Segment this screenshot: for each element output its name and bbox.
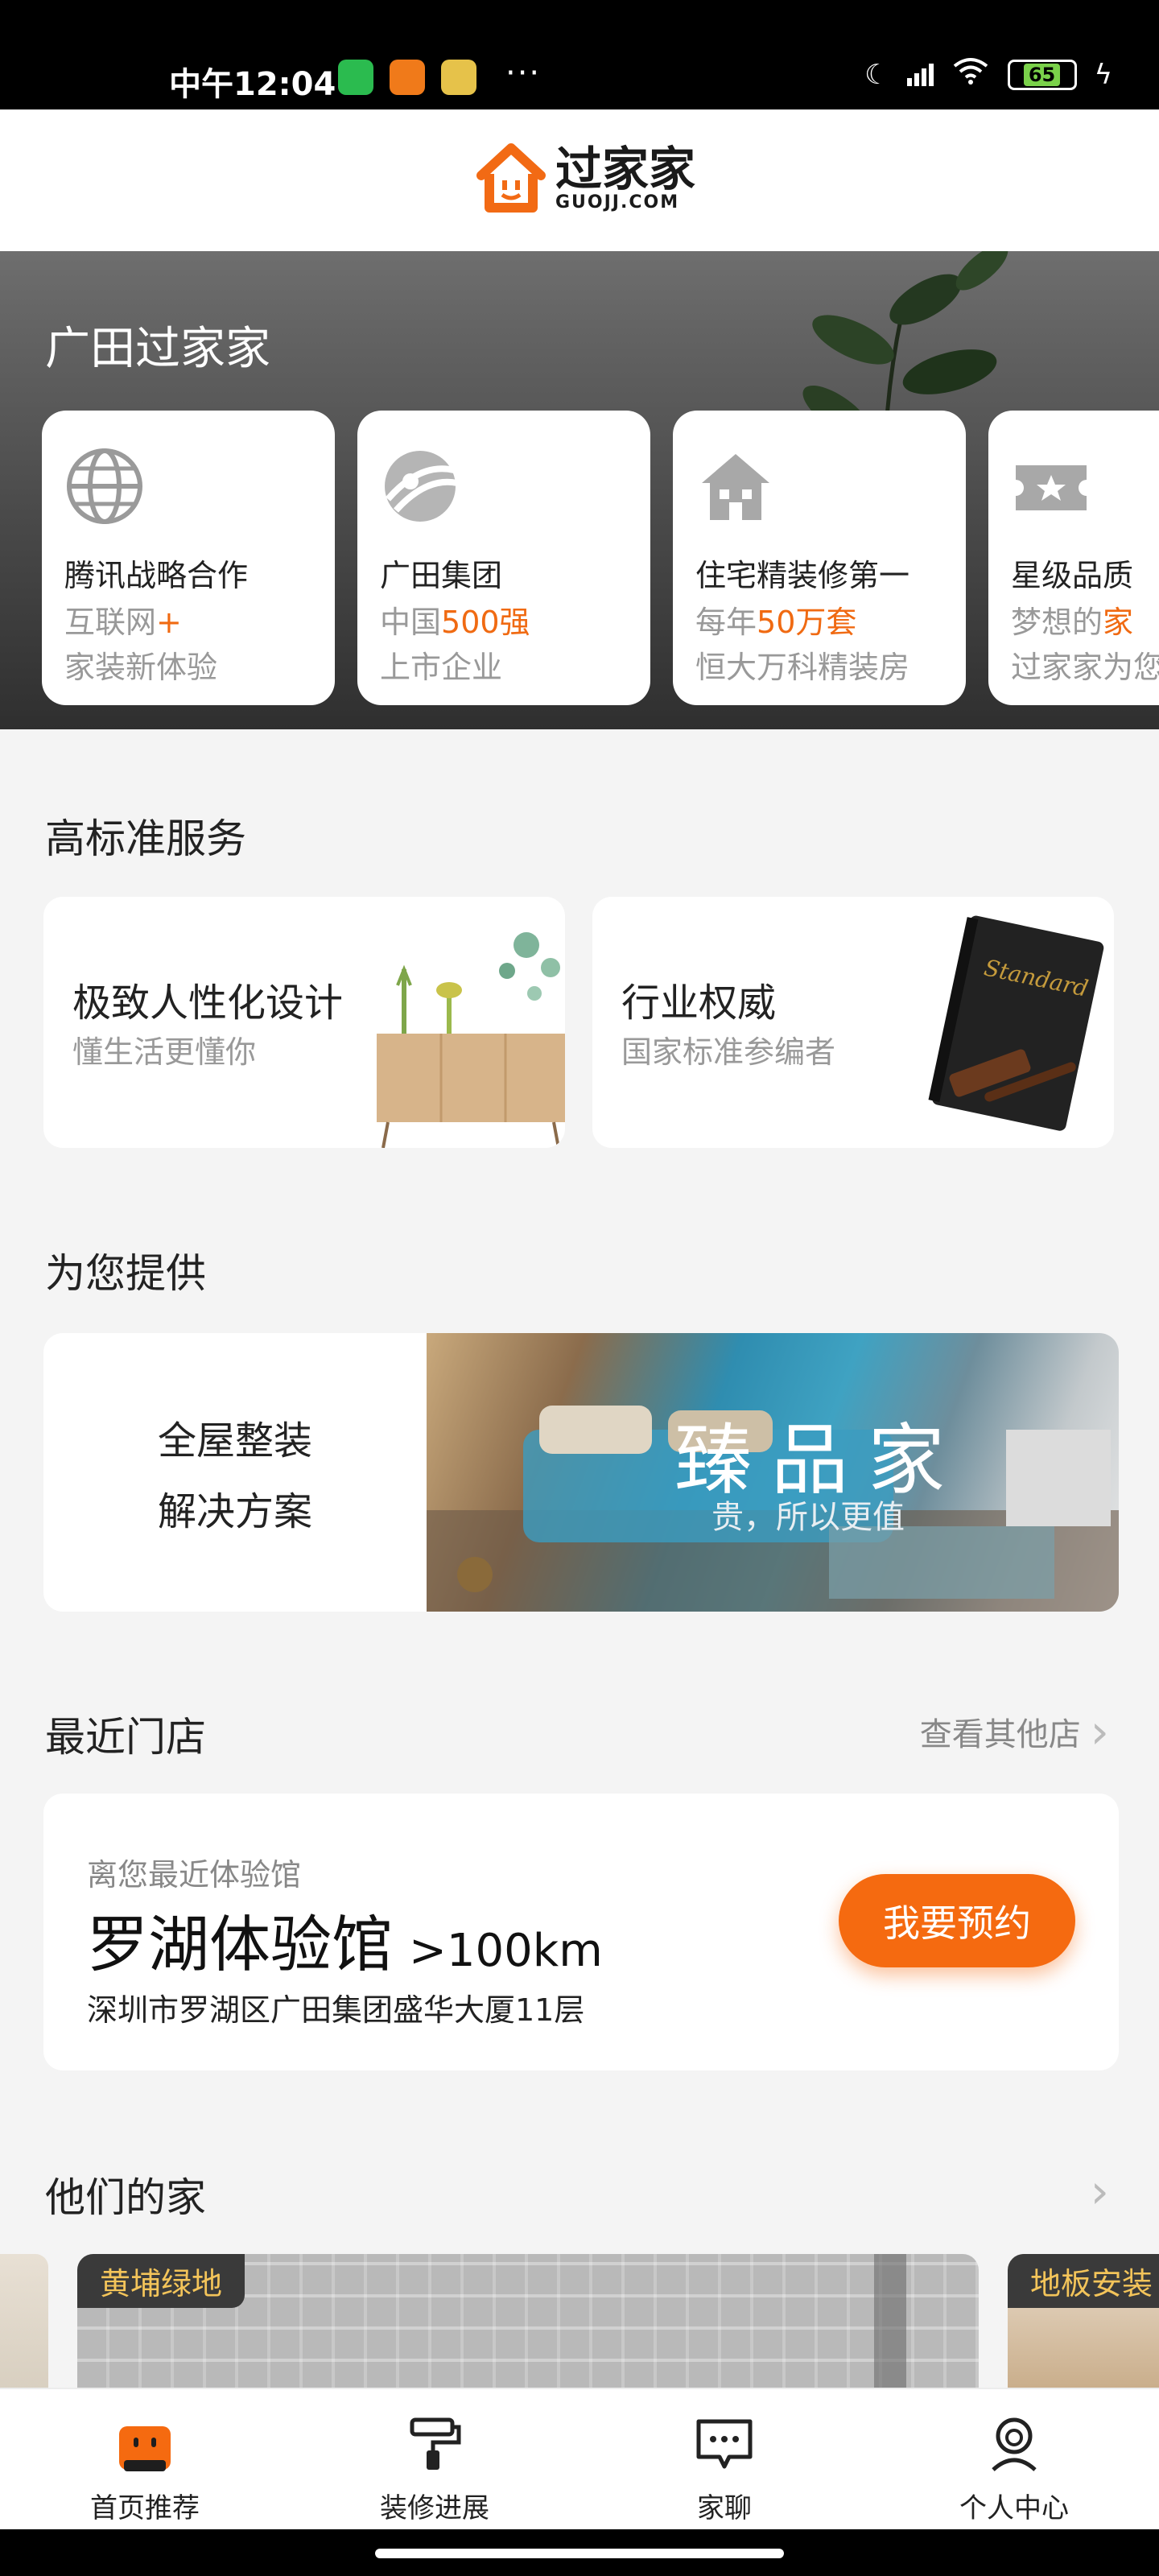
signal-icon [906, 63, 934, 86]
nav-item-profile[interactable]: 个人中心 [869, 2389, 1159, 2531]
nav-item-chat[interactable]: 家聊 [580, 2389, 869, 2531]
ticket-icon [1016, 465, 1087, 510]
house-icon [702, 454, 769, 520]
status-indicators: ☾ 65 ϟ [864, 56, 1112, 93]
user-icon [992, 2417, 1037, 2471]
home-tile-previous[interactable] [0, 2254, 48, 2391]
hero-card-subtitle: 中国500强 [380, 605, 530, 640]
hero-card-title: 广田集团 [380, 558, 503, 593]
hero-card-housing[interactable]: 住宅精装修第一 每年50万套 恒大万科精装房 [673, 411, 966, 705]
nav-label: 个人中心 [959, 2492, 1069, 2524]
chevron-right-icon: › [1090, 1704, 1109, 1759]
service-card-authority[interactable]: 行业权威 国家标准参编者 Standard [592, 897, 1114, 1148]
logo-house-icon [476, 143, 546, 213]
hero-card-line2: 恒大万科精装房 [695, 650, 910, 685]
hero-card-title: 住宅精装修第一 [695, 558, 910, 593]
logo-domain: GUOJJ.COM [555, 192, 680, 213]
moon-icon: ☾ [864, 58, 889, 91]
nav-label: 装修进展 [380, 2492, 489, 2524]
charging-icon: ϟ [1094, 58, 1112, 91]
service-card-subtitle: 懂生活更懂你 [72, 1034, 257, 1070]
services-section-title: 高标准服务 [45, 815, 246, 862]
store-name: 罗湖体验馆 >100km [87, 1909, 603, 1980]
battery-level: 65 [1023, 63, 1061, 86]
nearby-section-title: 最近门店 [45, 1714, 206, 1761]
homes-more-chevron-icon[interactable]: › [1091, 2168, 1109, 2215]
nav-label: 首页推荐 [90, 2492, 200, 2524]
nearest-store-card[interactable]: 离您最近体验馆 罗湖体验馆 >100km 深圳市罗湖区广田集团盛华大厦11层 我要… [43, 1794, 1119, 2070]
offer-banner-slogan: 贵，所以更值 [711, 1499, 905, 1536]
homes-carousel[interactable]: 黄埔绿地 地板安装 [0, 2254, 1159, 2391]
status-bar: 中午12:04 ··· ☾ 65 ϟ [0, 0, 1159, 109]
hero-card-title: 腾讯战略合作 [64, 558, 249, 593]
chat-icon [696, 2419, 753, 2469]
offer-line1: 全屋整装 [157, 1418, 312, 1463]
home-gesture-handle[interactable] [375, 2549, 784, 2558]
home-tag: 地板安装 [1008, 2254, 1159, 2308]
home-shop-icon [119, 2426, 171, 2471]
hero-title: 广田过家家 [45, 323, 270, 375]
hero-card-quality[interactable]: 星级品质 梦想的家 过家家为您 [988, 411, 1159, 705]
service-card-subtitle: 国家标准参编者 [621, 1034, 836, 1070]
book-appointment-button[interactable]: 我要预约 [839, 1874, 1075, 1967]
logo-text: 过家家 [555, 141, 696, 196]
nav-item-progress[interactable]: 装修进展 [290, 2389, 580, 2531]
home-tile-floor[interactable]: 地板安装 [1008, 2254, 1159, 2391]
wechat-app-icon [338, 60, 373, 95]
standard-book-illustration: Standard [928, 915, 1104, 1131]
hero-card-subtitle: 每年50万套 [695, 605, 857, 640]
nav-item-home[interactable]: 首页推荐 [0, 2389, 290, 2531]
hero-card-subtitle: 梦想的家 [1011, 605, 1134, 640]
game-app-icon [441, 60, 476, 95]
service-card-title: 极致人性化设计 [72, 980, 344, 1026]
hero-card-line2: 上市企业 [380, 650, 503, 685]
more-notifications-icon: ··· [505, 55, 542, 92]
store-address: 深圳市罗湖区广田集团盛华大厦11层 [87, 1992, 585, 2028]
offer-text: 全屋整装 解决方案 [43, 1333, 427, 1612]
nearest-store-label: 离您最近体验馆 [87, 1857, 302, 1893]
view-other-stores-label: 查看其他店 [919, 1716, 1081, 1753]
nav-label: 家聊 [697, 2492, 752, 2524]
hero-banner: 广田过家家 腾讯战略合作 互联网+ 家装新体验 广田集团 中国500强 上市企业 [0, 251, 1159, 729]
gesture-bar [0, 2529, 1159, 2576]
home-tile-huangpu[interactable]: 黄埔绿地 [77, 2254, 979, 2391]
home-tag: 黄埔绿地 [77, 2254, 245, 2308]
bottom-navigation: 首页推荐 装修进展 家聊 个人中心 [0, 2388, 1159, 2529]
globe-icon [67, 448, 142, 524]
hero-card-subtitle: 互联网+ [64, 605, 182, 640]
store-distance: >100km [409, 1925, 603, 1977]
offer-card[interactable]: 全屋整装 解决方案 臻品家 贵，所以更值 [43, 1333, 1119, 1612]
service-card-design[interactable]: 极致人性化设计 懂生活更懂你 [43, 897, 565, 1148]
cabinet-illustration [377, 932, 565, 1148]
guojj-app-icon [390, 60, 425, 95]
battery-icon: 65 [1007, 59, 1077, 90]
app-header: 过家家 GUOJJ.COM [0, 109, 1159, 251]
status-time: 中午12:04 [169, 66, 336, 103]
homes-section-title: 他们的家 [45, 2174, 206, 2221]
service-card-title: 行业权威 [621, 980, 777, 1026]
hero-card-line2: 过家家为您 [1011, 650, 1159, 685]
wifi-icon [951, 56, 990, 93]
hero-card-guangtian[interactable]: 广田集团 中国500强 上市企业 [357, 411, 650, 705]
hero-card-tencent[interactable]: 腾讯战略合作 互联网+ 家装新体验 [42, 411, 335, 705]
offer-line2: 解决方案 [157, 1489, 312, 1534]
guangtian-logo-icon [385, 451, 458, 522]
paint-roller-icon [410, 2417, 461, 2470]
hero-card-line2: 家装新体验 [64, 650, 218, 685]
guojj-logo: 过家家 GUOJJ.COM [475, 142, 695, 216]
view-other-stores-link[interactable]: 查看其他店 › [920, 1708, 1109, 1755]
hero-card-title: 星级品质 [1011, 558, 1134, 593]
offer-section-title: 为您提供 [45, 1250, 206, 1297]
